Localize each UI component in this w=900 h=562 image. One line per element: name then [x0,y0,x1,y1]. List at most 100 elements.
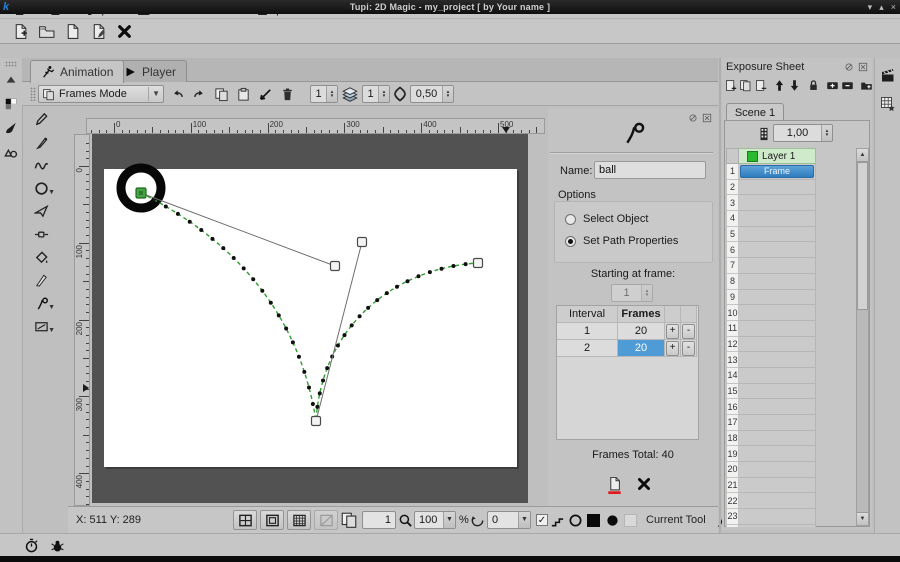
frame-cell-selected[interactable]: Frame [740,165,814,178]
remove-layer-button[interactable] [754,77,767,93]
interval-cell[interactable]: 2 [557,340,618,357]
ink-tool[interactable] [28,131,54,154]
close-panel-icon[interactable] [701,112,712,123]
onion-stepper[interactable]: 1 ▲ ▼ [362,85,390,103]
fill-color-swatch[interactable] [624,514,637,527]
pencil-tool[interactable] [28,108,54,131]
time-measurer-button[interactable] [22,536,40,554]
remove-frames-button[interactable]: - [682,324,695,339]
frame-cell[interactable] [739,462,816,478]
eraser-tool[interactable] [28,269,54,292]
background-color-swatch[interactable] [587,514,600,527]
color-palette-button[interactable] [2,95,20,113]
frame-indicator-input[interactable]: 1 [362,511,396,529]
antialias-checkbox[interactable]: ✓ [536,514,548,526]
frame-cell[interactable] [739,383,816,400]
tab-scene-1[interactable]: Scene 1 [726,103,784,121]
tweening-tool[interactable]: ▼ [28,292,55,315]
brush-settings-button[interactable] [2,119,20,137]
speed-stepper[interactable]: 1,00 ▲ ▼ [773,124,833,142]
radio-selected-icon[interactable] [565,235,576,247]
paste-frame-button[interactable] [234,85,253,103]
exposure-scrollbar[interactable]: ▲ ▼ [856,148,869,526]
frame-cell[interactable]: Frame [739,164,816,180]
frame-cell[interactable] [739,226,816,243]
scrollbar-thumb[interactable] [857,162,868,310]
clone-layer-button[interactable] [739,77,752,93]
close-panel-icon[interactable] [857,61,868,72]
debug-button[interactable] [48,536,66,554]
panel-divider[interactable] [719,58,721,533]
dock-grip[interactable] [5,61,17,67]
frame-cell[interactable] [739,509,816,525]
frame-cell[interactable] [739,258,816,274]
scroll-up-icon[interactable]: ▲ [857,149,868,162]
frame-cell[interactable] [739,446,816,463]
radio-set-path-properties[interactable]: Set Path Properties [565,235,678,247]
frame-cell[interactable] [739,273,816,290]
undock-panel-icon[interactable] [843,61,854,72]
tween-name-input[interactable] [594,161,706,179]
undock-panel-icon[interactable] [687,112,698,123]
fine-grid-button[interactable] [287,510,311,530]
copy-frame-button[interactable] [212,85,231,103]
add-frames-button[interactable]: + [666,324,679,339]
close-project-button[interactable] [114,21,134,41]
shade-button[interactable]: ▾ [868,0,873,14]
ellipse-tool[interactable]: ▼ [28,177,55,200]
canvas-workspace[interactable] [92,134,528,503]
move-layer-up-button[interactable] [773,77,786,93]
new-project-button[interactable] [10,21,30,41]
cancel-tween-button[interactable] [636,476,652,492]
layer-1-header[interactable]: Layer 1 [739,148,816,164]
close-button[interactable]: × [891,0,896,14]
opacity-stepper[interactable]: 0,50 ▲ ▼ [410,85,454,103]
frame-cell[interactable] [739,524,816,527]
polyline-tool[interactable] [28,200,54,223]
frame-cell[interactable] [739,211,816,227]
frame-cell[interactable] [739,477,816,494]
frame-cell[interactable] [739,242,816,259]
frame-cell[interactable] [739,336,816,353]
frame-cell[interactable] [739,352,816,368]
fill-tool[interactable] [28,246,54,269]
select-frame-button[interactable] [256,85,275,103]
contour-tool[interactable] [28,223,54,246]
frames-cell[interactable]: 20 [618,323,665,340]
save-project-button[interactable] [62,21,82,41]
rotation-combo[interactable]: 0 ▼ [487,511,531,529]
stepper-arrows-icon[interactable]: ▲ ▼ [442,86,453,102]
stepper-arrows-icon[interactable]: ▲ ▼ [326,86,337,102]
canvas-page[interactable] [104,169,517,467]
frame-cell[interactable] [739,305,816,321]
misc-tool[interactable]: ▼ [28,315,55,338]
move-layer-down-button[interactable] [788,77,801,93]
brush-preview-icon[interactable] [605,512,620,528]
frames-cell[interactable]: 20 [618,340,665,357]
insert-scene-button[interactable] [860,77,873,93]
remove-frames-button[interactable]: - [682,341,695,356]
chevron-down-icon[interactable]: ▼ [518,512,530,528]
scenes-panel-button[interactable] [878,66,898,86]
interval-cell[interactable]: 1 [557,323,618,340]
scroll-down-icon[interactable]: ▼ [857,512,868,525]
collapse-dock-button[interactable] [2,71,20,89]
frame-cell[interactable] [739,367,816,384]
frame-cell[interactable] [739,493,816,510]
insert-frame-button[interactable] [826,77,839,93]
squiggle-tool[interactable] [28,154,54,177]
frame-cell[interactable] [739,289,816,306]
delete-frame-button[interactable] [278,85,297,103]
zoom-combo[interactable]: 100 ▼ [414,511,456,529]
frames-mode-combo[interactable]: Frames Mode ▼ [38,85,164,103]
lock-layer-button[interactable] [807,77,820,93]
stepper-arrows-icon[interactable]: ▲ ▼ [821,125,832,141]
frame-cell[interactable] [739,415,816,431]
frame-cell[interactable] [739,399,816,415]
toolbar-grip[interactable] [30,87,36,101]
maximize-button[interactable]: ▴ [879,0,884,14]
shape-library-button[interactable] [2,143,20,161]
open-project-button[interactable] [36,21,56,41]
add-frames-button[interactable]: + [666,341,679,356]
radio-select-object[interactable]: Select Object [565,213,648,225]
